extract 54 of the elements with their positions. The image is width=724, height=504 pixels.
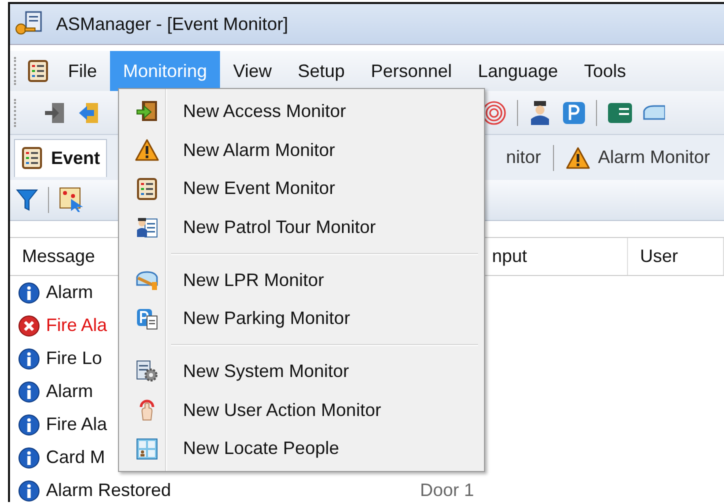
door-arrow-icon[interactable] bbox=[77, 100, 101, 124]
info-icon bbox=[18, 380, 40, 402]
table-cell: Door 1 bbox=[420, 480, 474, 500]
info-icon bbox=[18, 446, 40, 468]
message-cell: Fire Lo bbox=[46, 348, 102, 369]
message-cell: Fire Ala bbox=[46, 315, 108, 336]
message-cell: Fire Ala bbox=[46, 414, 108, 435]
column-header[interactable]: nput bbox=[492, 238, 528, 275]
parking-icon[interactable] bbox=[562, 100, 586, 124]
menu-option[interactable]: New Patrol Tour Monitor bbox=[121, 208, 482, 247]
warning-icon bbox=[135, 139, 159, 162]
info-icon bbox=[18, 282, 40, 304]
monitor-tab[interactable]: Event bbox=[14, 138, 108, 176]
menu-option[interactable]: New Locate People bbox=[121, 430, 482, 468]
guard-list-icon bbox=[136, 216, 158, 238]
menu-item[interactable]: Personnel bbox=[358, 51, 465, 91]
message-cell: Alarm bbox=[46, 381, 94, 402]
list-gear-icon bbox=[136, 360, 158, 382]
guard-icon[interactable] bbox=[528, 100, 552, 126]
info-icon bbox=[18, 348, 40, 370]
menu-item[interactable]: Setup bbox=[284, 51, 358, 91]
car-camera-icon bbox=[135, 269, 159, 292]
event-list-icon bbox=[21, 147, 43, 169]
message-cell: Card M bbox=[46, 447, 106, 468]
warning-icon bbox=[566, 146, 590, 168]
message-cell: Alarm Restored bbox=[46, 480, 172, 501]
menu-item[interactable]: View bbox=[220, 51, 285, 91]
card-icon[interactable] bbox=[607, 102, 633, 124]
monitor-tab[interactable]: nitor bbox=[500, 138, 547, 176]
info-icon bbox=[18, 414, 40, 436]
event-list-icon bbox=[136, 178, 158, 200]
menu-item[interactable]: Tools bbox=[570, 51, 639, 91]
menu-option[interactable]: New System Monitor bbox=[121, 352, 482, 391]
menu-item[interactable]: File bbox=[55, 51, 110, 91]
error-icon bbox=[18, 314, 40, 336]
column-header[interactable]: User bbox=[640, 238, 678, 275]
menu-option[interactable]: New Event Monitor bbox=[121, 169, 482, 208]
map-cursor-icon[interactable] bbox=[59, 187, 85, 213]
monitor-tab[interactable]: Alarm Monitor bbox=[560, 138, 716, 176]
menu-option[interactable]: New User Action Monitor bbox=[121, 390, 482, 430]
window-title: ASManager - [Event Monitor] bbox=[56, 14, 288, 34]
floor-plan-person-icon bbox=[136, 438, 158, 460]
door-arrow-icon bbox=[136, 100, 158, 122]
menu-item[interactable]: Language bbox=[464, 51, 571, 91]
menu-option[interactable]: New Alarm Monitor bbox=[121, 130, 482, 170]
exit-door-icon[interactable] bbox=[43, 100, 67, 124]
column-header[interactable]: Message bbox=[22, 238, 96, 275]
document-list-icon bbox=[27, 60, 49, 82]
menu-option[interactable]: New Parking Monitor bbox=[121, 299, 482, 338]
key-book-icon bbox=[14, 11, 44, 37]
parking-list-icon bbox=[136, 308, 158, 330]
menu-option[interactable]: New LPR Monitor bbox=[121, 260, 482, 300]
filter-icon[interactable] bbox=[16, 188, 38, 212]
message-cell: Alarm bbox=[46, 282, 94, 303]
